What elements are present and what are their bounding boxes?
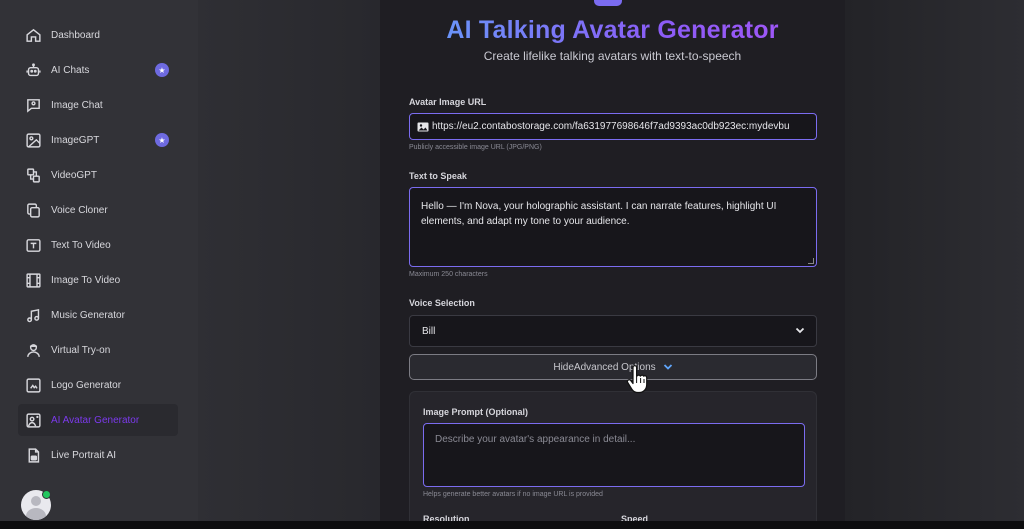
text-video-icon bbox=[24, 236, 42, 254]
app-logo-icon bbox=[594, 0, 622, 6]
star-badge: ★ bbox=[155, 63, 169, 77]
avatar-url-value: https://eu2.contabostorage.com/fa6319776… bbox=[432, 121, 790, 132]
image-chat-icon bbox=[24, 96, 42, 114]
sidebar-item-label: AI Avatar Generator bbox=[51, 415, 139, 426]
sidebar-item-text-to-video[interactable]: Text To Video bbox=[18, 229, 178, 261]
sidebar-item-music-generator[interactable]: Music Generator bbox=[18, 299, 178, 331]
sidebar-item-label: ImageGPT bbox=[51, 135, 99, 146]
image-prompt-label: Image Prompt (Optional) bbox=[423, 407, 528, 417]
image-prompt-placeholder: Describe your avatar's appearance in det… bbox=[435, 434, 635, 445]
portrait-icon bbox=[24, 446, 42, 464]
robot-icon bbox=[24, 61, 42, 79]
sidebar-item-image-chat[interactable]: Image Chat bbox=[18, 89, 178, 121]
sidebar-item-dashboard[interactable]: Dashboard bbox=[18, 19, 178, 51]
resize-handle[interactable] bbox=[808, 258, 814, 264]
sidebar-item-image-to-video[interactable]: Image To Video bbox=[18, 264, 178, 296]
sidebar-item-ai-chats[interactable]: AI Chats ★ bbox=[18, 54, 178, 86]
sidebar-item-videogpt[interactable]: VideoGPT bbox=[18, 159, 178, 191]
film-icon bbox=[24, 271, 42, 289]
sidebar-item-label: AI Chats bbox=[51, 65, 89, 76]
text-to-speak-helper: Maximum 250 characters bbox=[409, 271, 488, 278]
sidebar-item-label: Text To Video bbox=[51, 240, 111, 251]
voice-select-value: Bill bbox=[422, 326, 435, 337]
hand-cursor-icon bbox=[625, 365, 649, 395]
image-prompt-input[interactable]: Describe your avatar's appearance in det… bbox=[423, 423, 805, 487]
sidebar-item-label: Voice Cloner bbox=[51, 205, 108, 216]
sidebar-item-logo-generator[interactable]: Logo Generator bbox=[18, 369, 178, 401]
avatar-url-label: Avatar Image URL bbox=[409, 97, 486, 107]
avatar-url-helper: Publicly accessible image URL (JPG/PNG) bbox=[409, 144, 542, 151]
sidebar-item-label: Dashboard bbox=[51, 30, 100, 41]
voice-select[interactable]: Bill bbox=[409, 315, 817, 347]
sidebar-item-label: Music Generator bbox=[51, 310, 125, 321]
chevron-down-icon bbox=[794, 324, 806, 336]
avatar-body bbox=[26, 508, 46, 520]
image-prompt-helper: Helps generate better avatars if no imag… bbox=[423, 491, 603, 498]
sidebar-item-label: Image To Video bbox=[51, 275, 120, 286]
sidebar-item-imagegpt[interactable]: ImageGPT ★ bbox=[18, 124, 178, 156]
video-gpt-icon bbox=[24, 166, 42, 184]
text-to-speak-label: Text to Speak bbox=[409, 171, 467, 181]
sidebar-item-label: Logo Generator bbox=[51, 380, 121, 391]
advanced-options-panel: Image Prompt (Optional) Describe your av… bbox=[409, 391, 817, 529]
sidebar: Dashboard AI Chats ★ Image Chat ImageGPT… bbox=[0, 0, 198, 521]
sidebar-item-label: Virtual Try-on bbox=[51, 345, 110, 356]
image-icon bbox=[417, 122, 429, 132]
text-to-speak-input[interactable]: Hello — I'm Nova, your holographic assis… bbox=[409, 187, 817, 267]
chevron-down-icon bbox=[663, 362, 673, 372]
person-icon bbox=[24, 341, 42, 359]
avatar-url-input[interactable]: https://eu2.contabostorage.com/fa6319776… bbox=[409, 113, 817, 140]
star-badge: ★ bbox=[155, 133, 169, 147]
avatar-head bbox=[31, 496, 41, 506]
sidebar-item-live-portrait-ai[interactable]: Live Portrait AI bbox=[18, 439, 178, 471]
music-icon bbox=[24, 306, 42, 324]
generator-panel: AI Talking Avatar Generator Create lifel… bbox=[380, 0, 845, 521]
sidebar-item-virtual-try-on[interactable]: Virtual Try-on bbox=[18, 334, 178, 366]
backdrop-left bbox=[198, 0, 380, 521]
logo-icon bbox=[24, 376, 42, 394]
image-icon bbox=[24, 131, 42, 149]
copy-icon bbox=[24, 201, 42, 219]
voice-selection-label: Voice Selection bbox=[409, 298, 475, 308]
sidebar-item-label: Live Portrait AI bbox=[51, 450, 116, 461]
text-to-speak-value: Hello — I'm Nova, your holographic assis… bbox=[421, 201, 776, 227]
bottom-taskbar bbox=[0, 521, 1024, 529]
sidebar-item-ai-avatar-generator[interactable]: AI Avatar Generator bbox=[18, 404, 178, 436]
avatar-gen-icon bbox=[24, 411, 42, 429]
page-subtitle: Create lifelike talking avatars with tex… bbox=[380, 49, 845, 63]
page-title: AI Talking Avatar Generator bbox=[380, 16, 845, 45]
sidebar-item-label: Image Chat bbox=[51, 100, 103, 111]
backdrop-right bbox=[845, 0, 1024, 521]
sidebar-item-voice-cloner[interactable]: Voice Cloner bbox=[18, 194, 178, 226]
home-icon bbox=[24, 26, 42, 44]
advanced-options-toggle[interactable]: HideAdvanced Options bbox=[409, 354, 817, 380]
sidebar-item-label: VideoGPT bbox=[51, 170, 97, 181]
online-status-dot bbox=[42, 490, 51, 499]
